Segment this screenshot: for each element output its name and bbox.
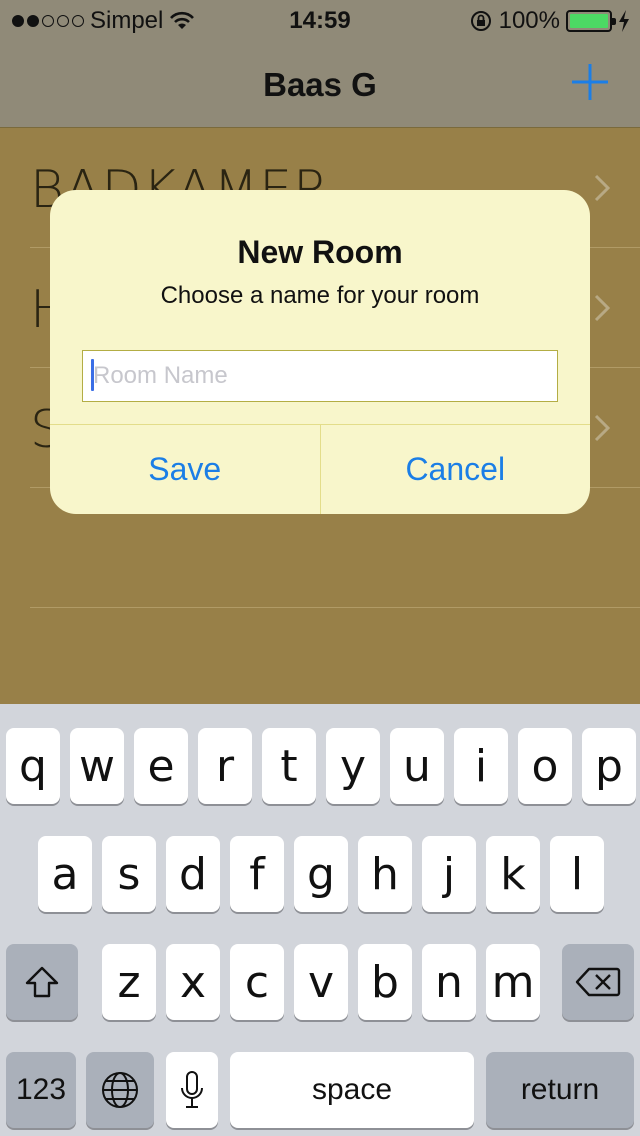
key-c[interactable]: c [230, 944, 284, 1020]
key-r[interactable]: r [198, 728, 252, 804]
keyboard: q w e r t y u i o p a s d f g h j k l z … [0, 704, 640, 1136]
key-o[interactable]: o [518, 728, 572, 804]
cancel-button[interactable]: Cancel [319, 425, 591, 514]
key-q[interactable]: q [6, 728, 60, 804]
plus-icon[interactable] [570, 62, 610, 102]
shift-icon [25, 966, 59, 998]
microphone-key[interactable] [166, 1052, 218, 1128]
navigation-bar: Baas G [0, 40, 640, 128]
key-u[interactable]: u [390, 728, 444, 804]
battery-fill [570, 14, 608, 28]
key-f[interactable]: f [230, 836, 284, 912]
key-k[interactable]: k [486, 836, 540, 912]
key-l[interactable]: l [550, 836, 604, 912]
key-e[interactable]: e [134, 728, 188, 804]
dialog-message: Choose a name for your room [160, 282, 480, 309]
key-j[interactable]: j [422, 836, 476, 912]
globe-icon [102, 1072, 138, 1108]
numbers-key[interactable]: 123 [6, 1052, 76, 1128]
key-v[interactable]: v [294, 944, 348, 1020]
key-s[interactable]: s [102, 836, 156, 912]
charging-bolt-icon [619, 10, 629, 32]
key-a[interactable]: a [38, 836, 92, 912]
key-i[interactable]: i [454, 728, 508, 804]
dialog-buttons: Save Cancel [50, 424, 590, 514]
backspace-icon [575, 967, 621, 997]
key-m[interactable]: m [486, 944, 540, 1020]
key-x[interactable]: x [166, 944, 220, 1020]
battery-icon [566, 10, 616, 32]
status-bar: Simpel 14:59 100% [0, 0, 640, 40]
key-p[interactable]: p [582, 728, 636, 804]
key-w[interactable]: w [70, 728, 124, 804]
save-button[interactable]: Save [50, 425, 320, 514]
page-title: Baas G [263, 66, 377, 103]
key-h[interactable]: h [358, 836, 412, 912]
return-key[interactable]: return [486, 1052, 634, 1128]
key-y[interactable]: y [326, 728, 380, 804]
key-d[interactable]: d [166, 836, 220, 912]
chevron-right-icon [594, 414, 610, 442]
key-z[interactable]: z [102, 944, 156, 1020]
globe-key[interactable] [86, 1052, 154, 1128]
new-room-dialog: New Room Choose a name for your room Sav… [50, 190, 590, 514]
chevron-right-icon [594, 174, 610, 202]
microphone-icon [181, 1071, 203, 1108]
text-cursor [91, 359, 94, 391]
key-g[interactable]: g [294, 836, 348, 912]
rotation-lock-icon [470, 11, 491, 31]
backspace-key[interactable] [562, 944, 634, 1020]
battery-percent: 100% [498, 7, 560, 34]
key-b[interactable]: b [358, 944, 412, 1020]
key-n[interactable]: n [422, 944, 476, 1020]
space-key[interactable]: space [230, 1052, 474, 1128]
room-name-input[interactable] [82, 350, 558, 402]
dialog-title: New Room [237, 234, 403, 270]
status-right: 100% [469, 7, 630, 35]
key-t[interactable]: t [262, 728, 316, 804]
chevron-right-icon [594, 294, 610, 322]
battery-tip [612, 18, 616, 25]
shift-key[interactable] [6, 944, 78, 1020]
